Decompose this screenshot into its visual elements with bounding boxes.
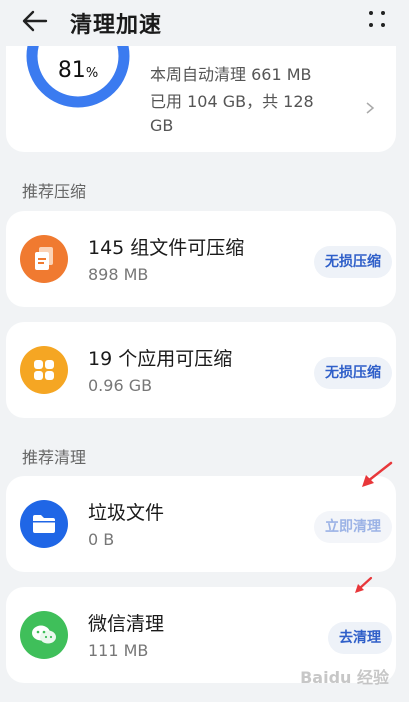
storage-total-unit: GB [150, 116, 174, 135]
item-size: 111 MB [88, 641, 149, 660]
weekly-auto-clean-text: 本周自动清理 661 MB [150, 65, 312, 84]
storage-used-text: 已用 104 GB，共 128 [150, 92, 314, 111]
gauge-percent: 81% [57, 58, 99, 83]
section-title-compress: 推荐压缩 [22, 182, 87, 201]
page-title: 清理加速 [70, 13, 163, 38]
item-title: 19 个应用可压缩 [88, 348, 233, 370]
item-size: 0.96 GB [88, 376, 153, 395]
dot-icon [369, 11, 373, 15]
dot-icon [381, 23, 385, 27]
chevron-right-icon [366, 102, 375, 114]
item-title: 145 组文件可压缩 [88, 237, 245, 259]
annotation-arrow-icon [355, 576, 373, 593]
go-clean-button[interactable]: 去清理 [328, 622, 392, 654]
list-item-app-compress[interactable]: 19 个应用可压缩 0.96 GB 无损压缩 [6, 322, 396, 418]
list-item-file-compress[interactable]: 145 组文件可压缩 898 MB 无损压缩 [6, 211, 396, 307]
app-grid-icon [20, 346, 68, 394]
item-size: 0 B [88, 530, 115, 549]
list-item-junk-files[interactable]: 垃圾文件 0 B 立即清理 [6, 476, 396, 572]
wechat-icon [20, 611, 68, 659]
lossless-compress-button[interactable]: 无损压缩 [314, 246, 392, 278]
storage-summary-card[interactable]: 81% 本周自动清理 661 MB 已用 104 GB，共 128 GB [6, 46, 396, 152]
annotation-arrow-icon [362, 461, 393, 487]
watermark: Baidu 经验 [300, 668, 389, 687]
section-title-clean: 推荐清理 [22, 448, 87, 467]
item-size: 898 MB [88, 265, 149, 284]
dot-icon [369, 23, 373, 27]
top-bar: 清理加速 [0, 0, 409, 44]
folder-icon [20, 500, 68, 548]
document-stack-icon [20, 235, 68, 283]
clean-now-button[interactable]: 立即清理 [314, 511, 392, 543]
dot-icon [381, 11, 385, 15]
back-button[interactable] [18, 6, 52, 36]
more-options-button[interactable] [367, 9, 391, 33]
lossless-compress-button[interactable]: 无损压缩 [314, 357, 392, 389]
item-title: 微信清理 [88, 613, 165, 635]
back-arrow-icon [22, 10, 48, 32]
item-title: 垃圾文件 [88, 502, 165, 524]
